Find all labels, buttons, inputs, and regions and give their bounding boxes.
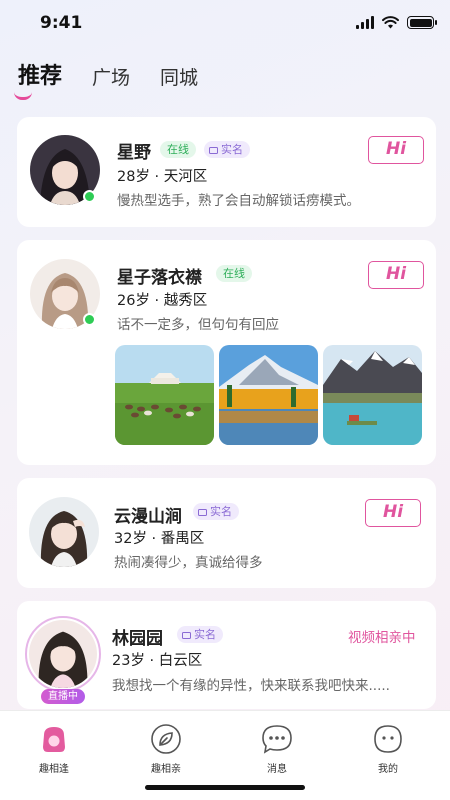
glacier-lake-photo[interactable]	[323, 345, 422, 445]
user-card[interactable]: 星子落衣襟 在线 26岁 · 越秀区 话不一定多，但句句有回应 Hi	[17, 240, 436, 465]
status-icons	[356, 16, 437, 29]
bottom-tab-profile[interactable]: 我的	[358, 723, 418, 775]
user-age-district: 23岁 · 白云区	[112, 653, 203, 669]
active-tab-indicator	[14, 92, 32, 100]
user-name: 林园园	[112, 629, 163, 649]
user-name: 云漫山涧	[114, 507, 182, 527]
say-hi-button[interactable]: Hi	[368, 136, 424, 164]
user-age-district: 26岁 · 越秀区	[117, 293, 208, 309]
chat-bubble-icon	[261, 723, 293, 755]
online-status-dot	[83, 313, 96, 326]
home-indicator	[145, 785, 305, 790]
live-avatar[interactable]: 直播中	[25, 616, 101, 704]
id-card-icon	[198, 508, 207, 516]
top-tabs: 推荐 广场 同城	[18, 60, 198, 90]
avatar[interactable]	[29, 497, 99, 567]
user-card[interactable]: 云漫山涧 实名 32岁 · 番禺区 热闹凑得少，真诚给得多 Hi	[17, 478, 436, 588]
bottom-tab-messages[interactable]: 消息	[247, 723, 307, 775]
status-bar: 9:41	[0, 0, 450, 46]
say-hi-button[interactable]: Hi	[368, 261, 424, 289]
leaf-icon	[150, 723, 182, 755]
online-status-dot	[83, 190, 96, 203]
wifi-icon	[382, 16, 399, 29]
user-bio: 话不一定多，但句句有回应	[117, 317, 279, 333]
verified-badge: 实名	[204, 141, 250, 158]
avatar[interactable]	[30, 135, 100, 205]
user-name: 星野	[117, 143, 151, 163]
user-name: 星子落衣襟	[117, 268, 202, 288]
tab-recommend[interactable]: 推荐	[18, 60, 62, 90]
autumn-lake-mountain-photo[interactable]	[219, 345, 318, 445]
live-badge: 直播中	[41, 689, 85, 704]
verified-badge: 实名	[193, 503, 239, 520]
online-badge: 在线	[216, 265, 252, 282]
say-hi-button[interactable]: Hi	[365, 499, 421, 527]
user-bio: 热闹凑得少，真诚给得多	[114, 555, 263, 571]
status-time: 9:41	[40, 13, 83, 33]
online-badge: 在线	[160, 141, 196, 158]
grassland-yurt-photo[interactable]	[115, 345, 214, 445]
tab-square[interactable]: 广场	[92, 60, 130, 90]
user-card[interactable]: 星野 在线 实名 28岁 · 天河区 慢热型选手，熟了会自动解锁话痨模式。 Hi	[17, 117, 436, 227]
tab-same-city[interactable]: 同城	[160, 60, 198, 90]
avatar[interactable]	[30, 259, 100, 329]
cellular-signal-icon	[356, 16, 374, 29]
home-blob-icon	[38, 723, 70, 755]
user-bio: 我想找一个有缘的异性，快来联系我吧快来.....	[112, 678, 390, 694]
user-bio: 慢热型选手，熟了会自动解锁话痨模式。	[117, 193, 360, 209]
user-age-district: 28岁 · 天河区	[117, 169, 208, 185]
battery-icon	[407, 16, 437, 29]
user-age-district: 32岁 · 番禺区	[114, 531, 205, 547]
verified-badge: 实名	[177, 626, 223, 643]
id-card-icon	[182, 631, 191, 639]
video-dating-status[interactable]: 视频相亲中	[348, 626, 416, 646]
bottom-tab-dating[interactable]: 趣相亲	[136, 723, 196, 775]
id-card-icon	[209, 146, 218, 154]
user-card[interactable]: 直播中 林园园 实名 视频相亲中 23岁 · 白云区 我想找一个有缘的异性，快来…	[17, 601, 436, 709]
profile-face-icon	[372, 723, 404, 755]
bottom-tab-home[interactable]: 趣相逢	[24, 723, 84, 775]
